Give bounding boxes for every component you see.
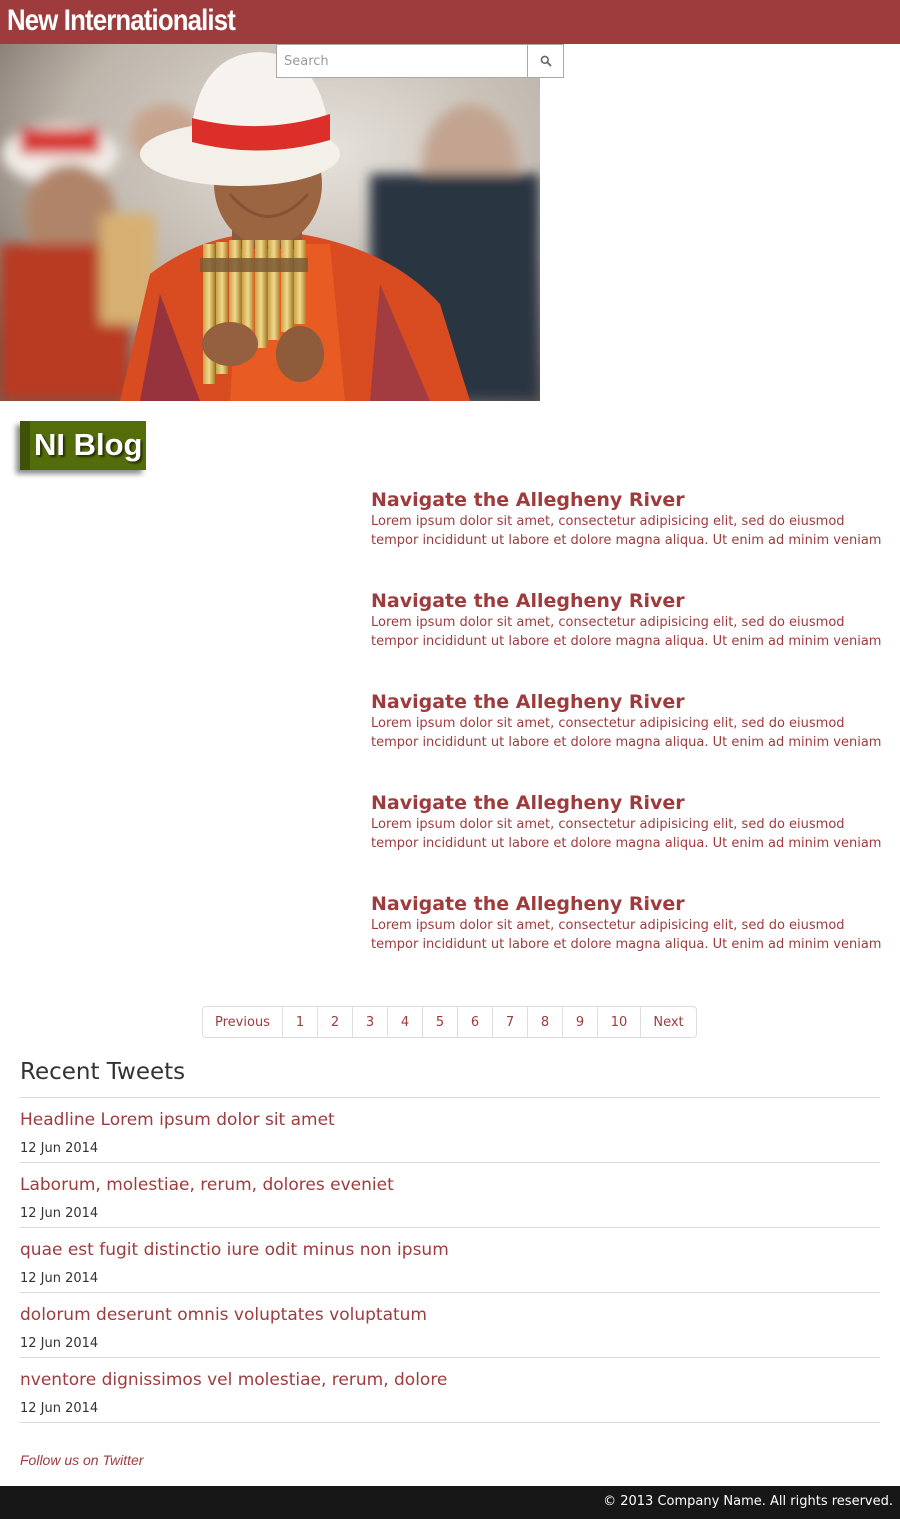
tweet-headline-link[interactable]: Headline Lorem ipsum dolor sit amet: [20, 1109, 335, 1131]
top-navbar: New Internationalist: [0, 0, 900, 44]
pagination-page-5[interactable]: 5: [422, 1006, 458, 1038]
divider: [20, 1292, 880, 1293]
post-excerpt: Lorem ipsum dolor sit amet, consectetur …: [371, 716, 882, 750]
post-title-link[interactable]: Navigate the Allegheny River: [371, 893, 891, 915]
divider: [20, 1097, 880, 1098]
tweet-date: 12 Jun 2014: [20, 1141, 99, 1156]
post-excerpt: Lorem ipsum dolor sit amet, consectetur …: [371, 918, 882, 952]
divider: [20, 1422, 880, 1423]
post-title-link[interactable]: Navigate the Allegheny River: [371, 590, 891, 612]
post-excerpt: Lorem ipsum dolor sit amet, consectetur …: [371, 514, 882, 548]
post-title-link[interactable]: Navigate the Allegheny River: [371, 792, 891, 814]
blog-badge: NI Blog: [20, 421, 146, 470]
pagination-page-7[interactable]: 7: [492, 1006, 528, 1038]
divider: [20, 1227, 880, 1228]
pagination-page-2[interactable]: 2: [317, 1006, 353, 1038]
blog-post: Navigate the Allegheny River Lorem ipsum…: [371, 691, 891, 752]
post-excerpt: Lorem ipsum dolor sit amet, consectetur …: [371, 817, 882, 851]
follow-twitter-link[interactable]: Follow us on Twitter: [20, 1452, 143, 1468]
tweet-headline-link[interactable]: quae est fugit distinctio iure odit minu…: [20, 1239, 449, 1261]
pagination-page-10[interactable]: 10: [597, 1006, 641, 1038]
pagination-page-1[interactable]: 1: [282, 1006, 318, 1038]
search-icon: [540, 55, 552, 67]
search-button[interactable]: [527, 44, 564, 78]
tweet-date: 12 Jun 2014: [20, 1271, 99, 1286]
footer: © 2013 Company Name. All rights reserved…: [0, 1486, 900, 1519]
search-bar: [276, 44, 564, 78]
hero-image: [0, 44, 540, 401]
post-excerpt: Lorem ipsum dolor sit amet, consectetur …: [371, 615, 882, 649]
search-input[interactable]: [276, 44, 528, 78]
pagination-page-3[interactable]: 3: [352, 1006, 388, 1038]
post-title-link[interactable]: Navigate the Allegheny River: [371, 691, 891, 713]
post-title-link[interactable]: Navigate the Allegheny River: [371, 489, 891, 511]
blog-post: Navigate the Allegheny River Lorem ipsum…: [371, 893, 891, 954]
brand-logo-link[interactable]: New Internationalist: [7, 2, 236, 40]
tweet-date: 12 Jun 2014: [20, 1336, 99, 1351]
pagination-page-8[interactable]: 8: [527, 1006, 563, 1038]
divider: [20, 1162, 880, 1163]
pagination-page-6[interactable]: 6: [457, 1006, 493, 1038]
blog-post: Navigate the Allegheny River Lorem ipsum…: [371, 590, 891, 651]
divider: [20, 1357, 880, 1358]
tweet-headline-link[interactable]: Laborum, molestiae, rerum, dolores eveni…: [20, 1174, 394, 1196]
tweet-date: 12 Jun 2014: [20, 1401, 99, 1416]
panpipe-player-illustration: [0, 44, 540, 401]
copyright-text: © 2013 Company Name. All rights reserved…: [603, 1494, 893, 1509]
pagination-next[interactable]: Next: [640, 1006, 697, 1038]
tweet-headline-link[interactable]: dolorum deserunt omnis voluptates volupt…: [20, 1304, 427, 1326]
pagination-page-4[interactable]: 4: [387, 1006, 423, 1038]
pagination-previous[interactable]: Previous: [202, 1006, 283, 1038]
blog-post: Navigate the Allegheny River Lorem ipsum…: [371, 792, 891, 853]
blog-post: Navigate the Allegheny River Lorem ipsum…: [371, 489, 891, 550]
pagination-page-9[interactable]: 9: [562, 1006, 598, 1038]
blog-badge-label: NI Blog: [34, 427, 143, 462]
tweet-headline-link[interactable]: nventore dignissimos vel molestiae, reru…: [20, 1369, 447, 1391]
pagination: Previous 1 2 3 4 5 6 7 8 9 10 Next: [202, 1006, 697, 1038]
tweet-date: 12 Jun 2014: [20, 1206, 99, 1221]
recent-tweets-heading: Recent Tweets: [20, 1059, 186, 1085]
